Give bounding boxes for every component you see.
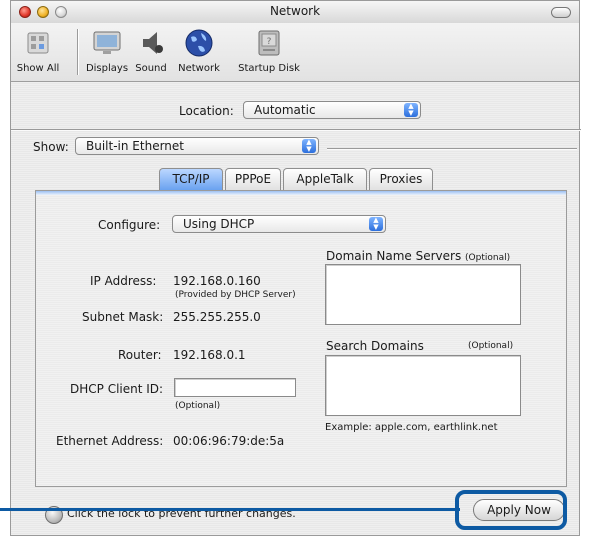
popup-arrows-icon: ▲ ▼ — [404, 103, 418, 117]
search-domains-label: Search Domains — [326, 339, 424, 353]
dhcp-client-id-field[interactable] — [174, 378, 296, 397]
toolbar-toggle-button[interactable] — [551, 7, 571, 18]
subnet-mask-label: Subnet Mask: — [82, 310, 164, 324]
configure-label: Configure: — [98, 218, 161, 232]
search-domains-optional: (Optional) — [468, 341, 514, 351]
toolbar-item-startup-disk[interactable]: ? Startup Disk — [231, 27, 307, 74]
search-domains-field[interactable] — [325, 355, 521, 416]
svg-text:?: ? — [267, 37, 272, 47]
divider — [327, 148, 577, 149]
configure-value: Using DHCP — [183, 217, 255, 231]
search-domains-example: Example: apple.com, earthlink.net — [325, 422, 498, 433]
disk-icon: ? — [253, 27, 285, 59]
dns-label: Domain Name Servers (Optional) — [326, 249, 510, 263]
ip-address-label: IP Address: — [90, 274, 157, 288]
toolbar-separator — [77, 29, 78, 75]
ethernet-address-label: Ethernet Address: — [56, 434, 164, 448]
toolbar-label: Show All — [16, 63, 60, 74]
dhcp-optional: (Optional) — [175, 401, 221, 411]
toolbar-label: Network — [178, 63, 220, 74]
subnet-mask-value: 255.255.255.0 — [173, 310, 261, 324]
toolbar-label: Displays — [85, 63, 129, 74]
tab-proxies[interactable]: Proxies — [369, 168, 433, 190]
apple-system-prefs-icon — [22, 27, 54, 59]
dns-optional: (Optional) — [465, 253, 511, 263]
router-value: 192.168.0.1 — [173, 348, 246, 362]
dns-servers-field[interactable] — [325, 264, 521, 325]
location-popup[interactable]: Automatic ▲ ▼ — [243, 101, 421, 119]
toolbar-item-show-all[interactable]: Show All — [13, 27, 63, 74]
speaker-icon — [135, 27, 167, 59]
display-icon — [91, 27, 123, 59]
show-popup[interactable]: Built-in Ethernet ▲ ▼ — [75, 137, 319, 155]
ip-address-value: 192.168.0.160 — [173, 274, 261, 288]
popup-arrows-icon: ▲ ▼ — [369, 217, 383, 231]
toolbar-label: Sound — [135, 63, 167, 74]
tcpip-panel: Configure: Using DHCP ▲ ▼ Domain Name Ser… — [35, 190, 567, 487]
tab-bar: TCP/IP PPPoE AppleTalk Proxies — [11, 168, 581, 190]
title-bar[interactable]: Network — [11, 1, 579, 24]
divider — [11, 129, 581, 130]
toolbar-label: Startup Disk — [238, 63, 300, 74]
network-preferences-window: Network Show All Displays Sound Network … — [10, 0, 581, 536]
globe-icon — [183, 27, 215, 59]
ethernet-address-value: 00:06:96:79:de:5a — [173, 434, 285, 448]
toolbar-item-network[interactable]: Network — [171, 27, 227, 74]
callout-line — [0, 508, 460, 511]
tab-appletalk[interactable]: AppleTalk — [283, 168, 367, 190]
apply-now-highlight — [455, 490, 567, 530]
tab-pppoe[interactable]: PPPoE — [225, 168, 281, 190]
router-label: Router: — [118, 348, 162, 362]
popup-arrows-icon: ▲ ▼ — [302, 139, 316, 153]
dhcp-client-id-label: DHCP Client ID: — [70, 382, 164, 396]
panel-top-line — [36, 191, 566, 195]
location-value: Automatic — [254, 103, 316, 117]
location-label: Location: — [179, 104, 234, 118]
show-value: Built-in Ethernet — [86, 139, 184, 153]
window-title: Network — [269, 4, 321, 18]
show-label: Show: — [33, 140, 69, 154]
ip-note: (Provided by DHCP Server) — [175, 290, 296, 300]
toolbar: Show All Displays Sound Network ? Startu… — [11, 23, 579, 82]
configure-popup[interactable]: Using DHCP ▲ ▼ — [172, 215, 386, 233]
tab-tcpip[interactable]: TCP/IP — [159, 168, 223, 190]
toolbar-item-displays[interactable]: Displays — [83, 27, 131, 74]
dns-label-text: Domain Name Servers — [326, 249, 462, 263]
toolbar-item-sound[interactable]: Sound — [131, 27, 171, 74]
